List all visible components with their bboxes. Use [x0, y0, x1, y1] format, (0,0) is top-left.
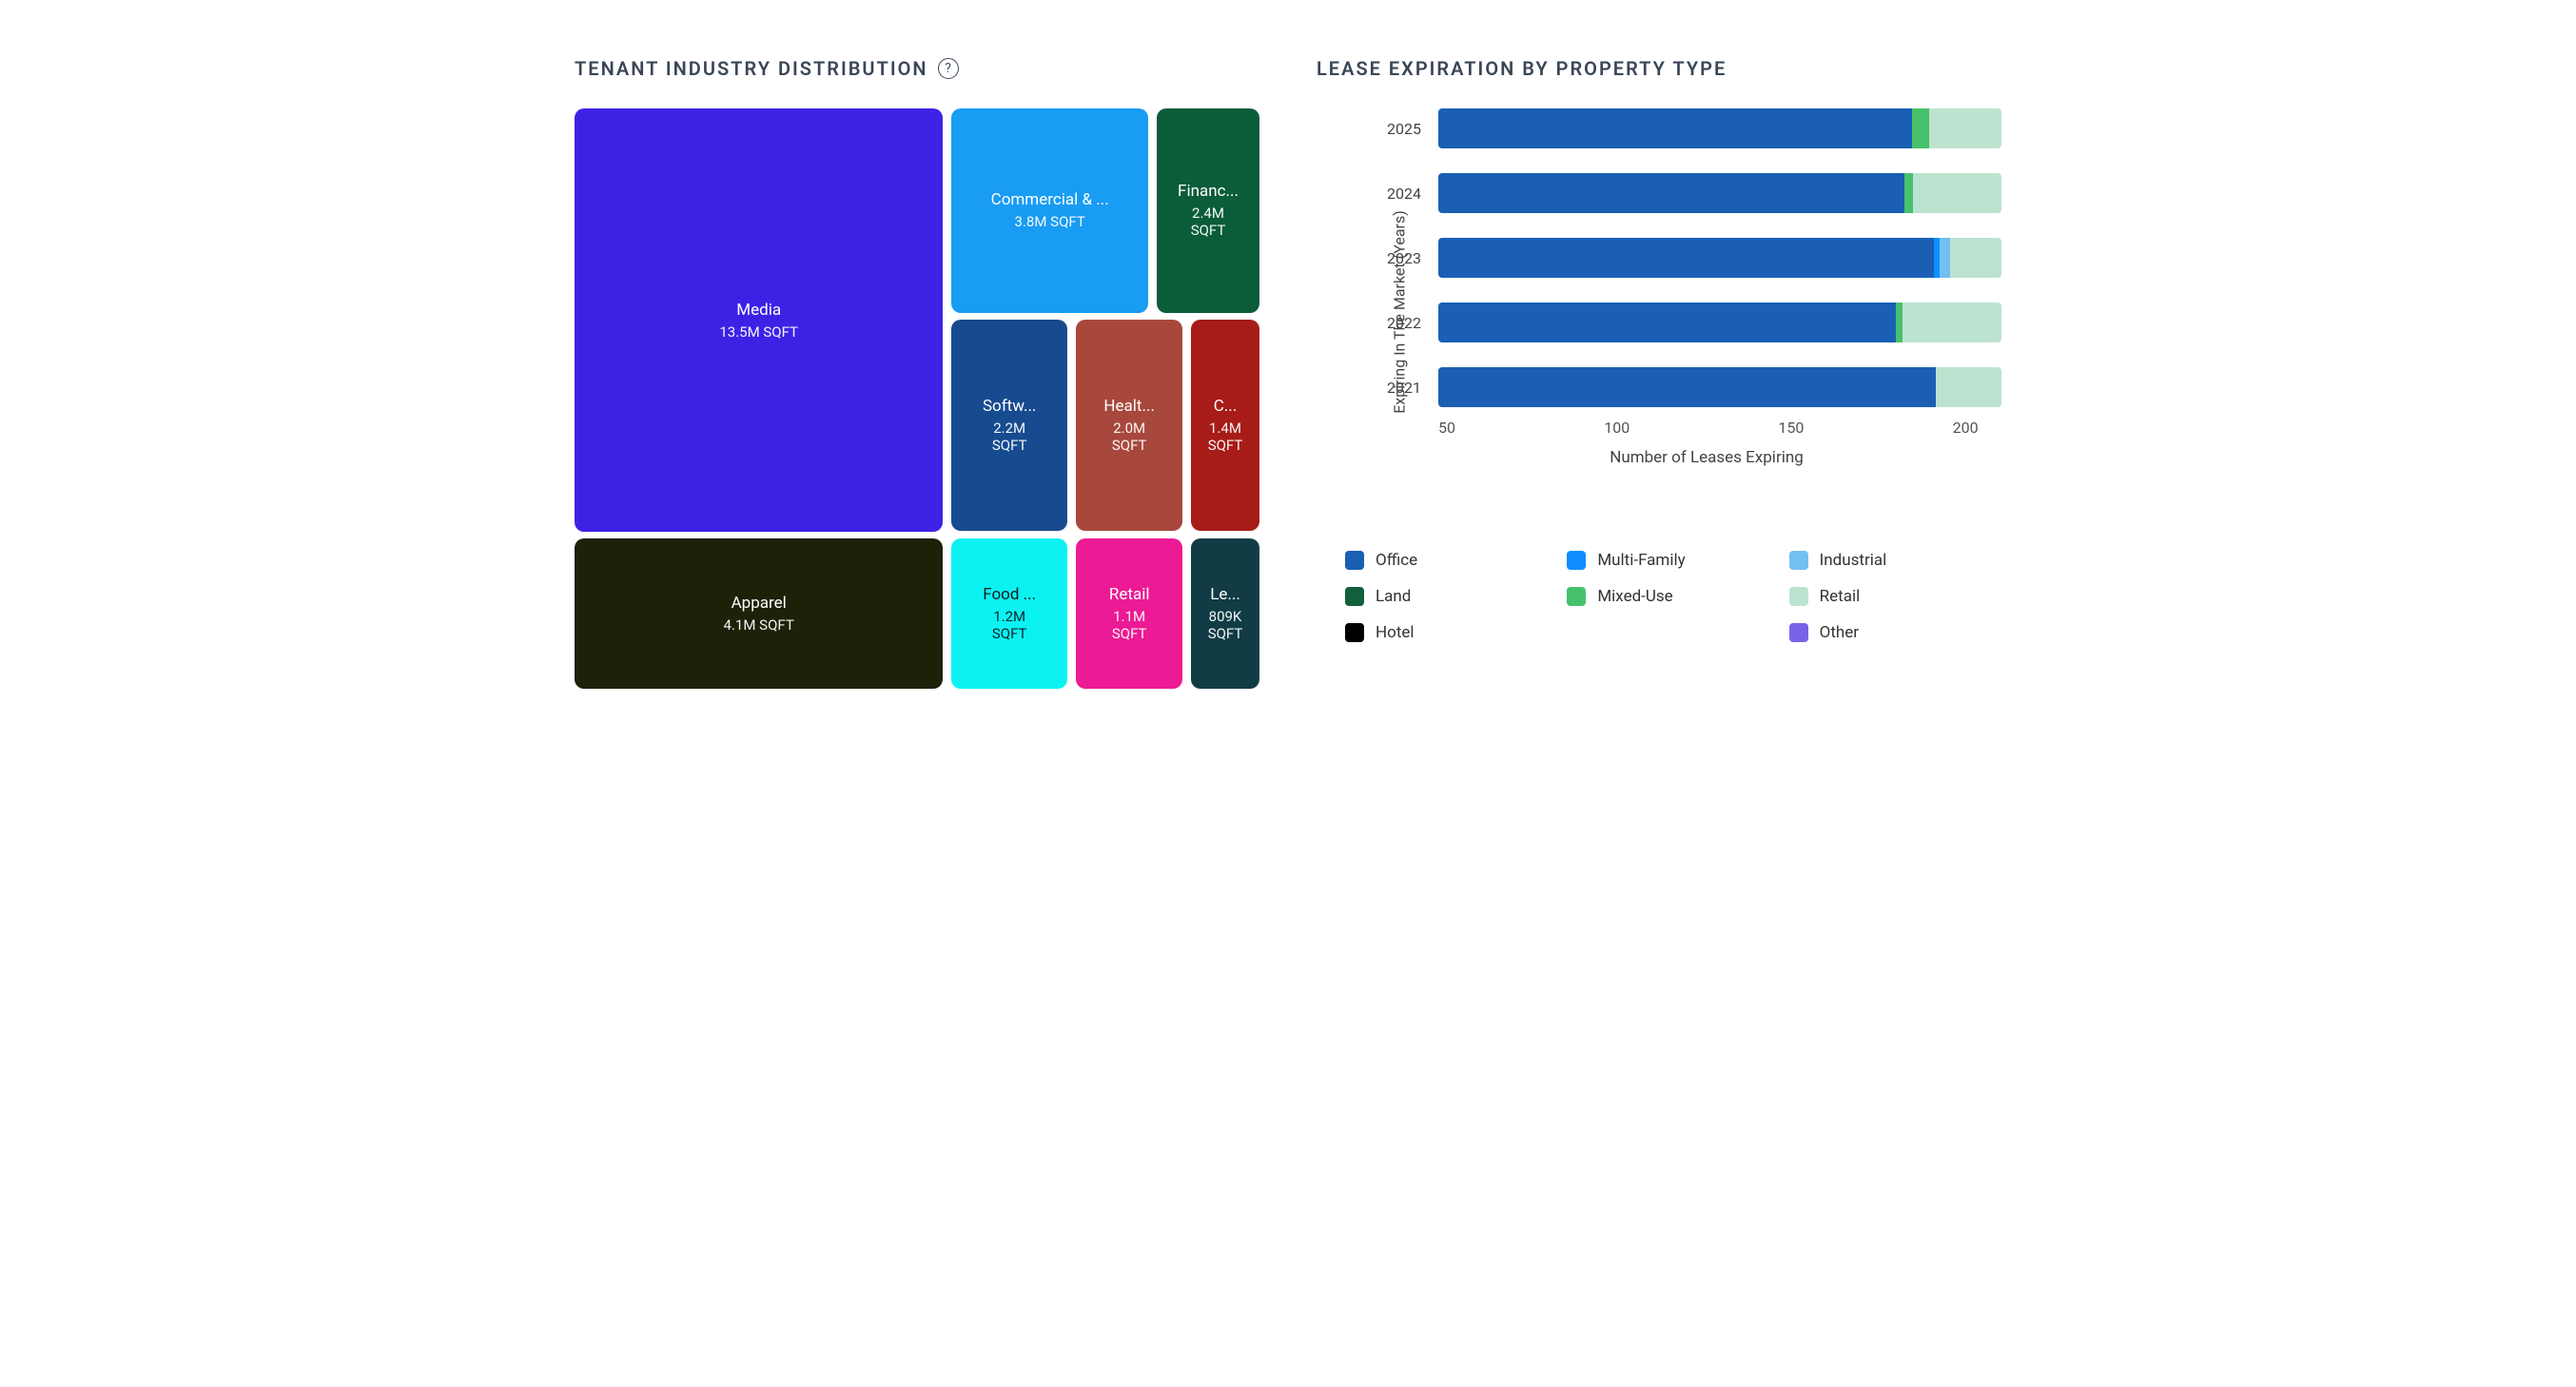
- tile-name: Softw...: [983, 397, 1036, 416]
- legend-item: [1567, 623, 1779, 642]
- year-label: 2021: [1374, 379, 1421, 397]
- tile-value: 2.4MSQFT: [1191, 205, 1226, 239]
- legend-swatch: [1345, 587, 1364, 606]
- tile-name: Food ...: [983, 585, 1036, 604]
- tenant-industry-panel: TENANT INDUSTRY DISTRIBUTION ? Media 13.5…: [575, 57, 1259, 689]
- year-label: 2025: [1374, 120, 1421, 138]
- legend-label: Industrial: [1820, 551, 1887, 570]
- treemap-tile[interactable]: Healt... 2.0MSQFT: [1076, 320, 1182, 531]
- tile-value: 2.2MSQFT: [992, 420, 1027, 454]
- treemap-tile[interactable]: Apparel 4.1M SQFT: [575, 538, 943, 690]
- x-tick: 150: [1778, 419, 1804, 437]
- tile-name: Healt...: [1103, 397, 1155, 416]
- x-tick: 200: [1953, 419, 1979, 437]
- legend-item: Retail: [1789, 587, 2001, 606]
- tile-value: 1.2MSQFT: [992, 608, 1027, 642]
- bar-segment[interactable]: [1934, 238, 1941, 278]
- legend-item: Industrial: [1789, 551, 2001, 570]
- stacked-bar[interactable]: [1438, 303, 2001, 342]
- bar-segment[interactable]: [1929, 108, 2001, 148]
- legend-swatch: [1567, 587, 1586, 606]
- treemap-tile[interactable]: Media 13.5M SQFT: [575, 108, 943, 532]
- legend-swatch: [1789, 551, 1808, 570]
- tile-name: Le...: [1210, 585, 1240, 604]
- bar-row: 2022: [1374, 303, 2001, 342]
- bar-segment[interactable]: [1936, 367, 2001, 407]
- tile-name: Commercial & ...: [991, 190, 1109, 209]
- year-label: 2022: [1374, 314, 1421, 332]
- legend-swatch: [1789, 623, 1808, 642]
- year-label: 2023: [1374, 249, 1421, 267]
- legend-swatch: [1345, 623, 1364, 642]
- legend-swatch: [1789, 587, 1808, 606]
- treemap-tile[interactable]: Food ... 1.2MSQFT: [951, 538, 1067, 690]
- x-axis-label: Number of Leases Expiring: [1412, 448, 2001, 467]
- legend-swatch: [1345, 551, 1364, 570]
- legend-item: Multi-Family: [1567, 551, 1779, 570]
- legend-item: Other: [1789, 623, 2001, 642]
- lease-expiration-panel: LEASE EXPIRATION BY PROPERTY TYPE Expiri…: [1317, 57, 2001, 689]
- tile-value: 4.1M SQFT: [724, 616, 794, 634]
- tenant-industry-title: TENANT INDUSTRY DISTRIBUTION: [575, 57, 928, 80]
- year-label: 2024: [1374, 185, 1421, 203]
- x-tick: 100: [1604, 419, 1630, 437]
- tile-name: Media: [736, 301, 781, 320]
- bar-segment[interactable]: [1950, 238, 2001, 278]
- legend-item: Mixed-Use: [1567, 587, 1779, 606]
- stacked-bar[interactable]: [1438, 238, 2001, 278]
- tile-value: 1.4MSQFT: [1208, 420, 1243, 454]
- legend-label: Mixed-Use: [1597, 587, 1672, 606]
- bar-segment[interactable]: [1903, 303, 2001, 342]
- bar-segment[interactable]: [1438, 173, 1904, 213]
- stacked-bar[interactable]: [1438, 108, 2001, 148]
- legend-swatch: [1567, 551, 1586, 570]
- treemap-tile[interactable]: Financ... 2.4MSQFT: [1157, 108, 1259, 313]
- legend-item: Land: [1345, 587, 1557, 606]
- bar-row: 2023: [1374, 238, 2001, 278]
- legend-label: Hotel: [1376, 623, 1415, 642]
- legend-label: Land: [1376, 587, 1411, 606]
- tile-name: C...: [1214, 397, 1238, 416]
- treemap-tile[interactable]: C... 1.4MSQFT: [1191, 320, 1259, 531]
- tile-value: 809KSQFT: [1208, 608, 1243, 642]
- legend-item: Hotel: [1345, 623, 1557, 642]
- treemap-tile[interactable]: Softw... 2.2MSQFT: [951, 320, 1067, 531]
- help-icon[interactable]: ?: [938, 58, 959, 79]
- treemap-chart[interactable]: Media 13.5M SQFT Apparel 4.1M SQFT Commercia…: [575, 108, 1259, 689]
- bar-segment[interactable]: [1438, 238, 1934, 278]
- lease-expiration-title: LEASE EXPIRATION BY PROPERTY TYPE: [1317, 57, 1727, 80]
- treemap-tile[interactable]: Le... 809KSQFT: [1191, 538, 1259, 690]
- bar-chart[interactable]: Expiring In The Market (Years) 202520242…: [1317, 108, 2001, 515]
- bar-segment[interactable]: [1438, 108, 1912, 148]
- treemap-tile[interactable]: Commercial & ... 3.8M SQFT: [951, 108, 1148, 313]
- bar-segment[interactable]: [1912, 108, 1929, 148]
- tile-value: 1.1MSQFT: [1112, 608, 1147, 642]
- legend: Office Multi-Family Industrial Land Mixed-Us…: [1345, 551, 2001, 642]
- bar-row: 2024: [1374, 173, 2001, 213]
- tile-value: 2.0MSQFT: [1112, 420, 1147, 454]
- bar-segment[interactable]: [1896, 303, 1903, 342]
- bar-segment[interactable]: [1913, 173, 2001, 213]
- stacked-bar[interactable]: [1438, 367, 2001, 407]
- tile-name: Retail: [1109, 585, 1150, 604]
- tile-value: 3.8M SQFT: [1015, 213, 1085, 230]
- tile-name: Financ...: [1178, 182, 1239, 201]
- legend-label: Office: [1376, 551, 1417, 570]
- bar-segment[interactable]: [1940, 238, 1949, 278]
- bar-row: 2021: [1374, 367, 2001, 407]
- treemap-tile[interactable]: Retail 1.1MSQFT: [1076, 538, 1182, 690]
- x-tick: 50: [1438, 419, 1455, 437]
- bar-segment[interactable]: [1438, 303, 1896, 342]
- bar-segment[interactable]: [1904, 173, 1913, 213]
- bar-row: 2025: [1374, 108, 2001, 148]
- tile-value: 13.5M SQFT: [719, 323, 798, 341]
- tile-name: Apparel: [732, 594, 787, 613]
- legend-item: Office: [1345, 551, 1557, 570]
- stacked-bar[interactable]: [1438, 173, 2001, 213]
- legend-label: Other: [1820, 623, 1859, 642]
- bar-segment[interactable]: [1438, 367, 1936, 407]
- legend-label: Multi-Family: [1597, 551, 1685, 570]
- legend-label: Retail: [1820, 587, 1861, 606]
